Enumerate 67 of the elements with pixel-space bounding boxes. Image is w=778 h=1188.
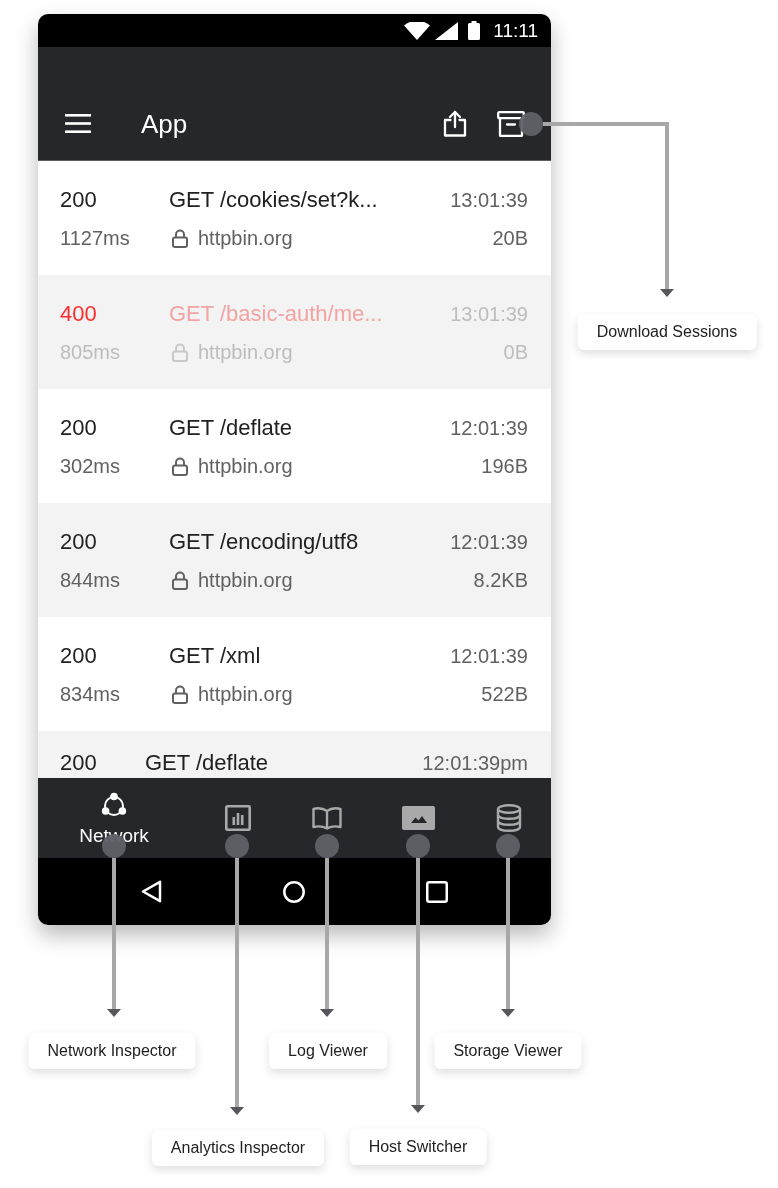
lock-icon [172,456,188,476]
callout-dot-icon [519,112,543,136]
lock-icon [172,570,188,590]
network-nodes-icon [101,792,127,818]
request-time: 12:01:39pm [422,751,528,776]
image-icon [401,806,435,830]
app-title: App [141,107,188,140]
request-path: GET /encoding/utf8 [169,529,359,555]
recents-icon[interactable] [426,880,448,903]
request-row[interactable]: 200 GET /xml 12:01:39 834ms httpbin.org 522B [38,617,551,731]
host-name: httpbin.org [198,682,293,706]
database-icon [496,804,522,832]
callout-label: Network Inspector [28,1033,196,1069]
request-path: GET /cookies/set?k... [169,187,378,213]
status-code: 200 [60,187,97,213]
book-icon [312,806,342,830]
callout-label: Host Switcher [349,1129,487,1165]
request-time: 12:01:39 [450,530,528,555]
status-code: 400 [60,301,97,327]
callout-label: Storage Viewer [434,1033,582,1069]
response-size: 196B [481,454,528,478]
status-code: 200 [60,643,97,669]
request-path: GET /deflate [145,750,269,776]
host-name: httpbin.org [198,568,293,592]
battery-icon [468,21,481,40]
request-time: 12:01:39 [450,416,528,441]
host-name: httpbin.org [198,226,293,250]
lock-icon [172,228,188,248]
callout-dot-icon [496,834,520,858]
menu-icon[interactable] [65,114,91,133]
status-code: 200 [60,529,97,555]
request-duration: 1127ms [60,226,130,250]
request-duration: 844ms [60,568,121,592]
bar-chart-icon [224,805,251,831]
signal-icon [435,21,459,40]
response-size: 20B [492,226,528,250]
request-row[interactable]: 200 GET /deflate 12:01:39pm [38,731,551,778]
request-path: GET /xml [169,643,261,669]
lock-icon [172,342,188,362]
nav-tab[interactable]: Network [75,788,153,850]
callout-dot-icon [315,834,339,858]
status-code: 200 [60,750,97,776]
request-time: 12:01:39 [450,644,528,669]
request-duration: 834ms [60,682,121,706]
share-icon[interactable] [443,110,467,137]
status-code: 200 [60,415,97,441]
request-time: 13:01:39 [450,188,528,213]
request-row[interactable]: 200 GET /encoding/utf8 12:01:39 844ms httpbin.org 8.2KB [38,503,551,617]
host-name: httpbin.org [198,454,293,478]
callout-label: Analytics Inspector [151,1130,325,1166]
wifi-icon [404,21,431,40]
callout-dot-icon [406,834,430,858]
request-path: GET /deflate [169,415,293,441]
request-path: GET /basic-auth/me... [169,301,383,327]
callout-dot-icon [225,834,249,858]
callout-label: Download Sessions [577,314,757,350]
response-size: 522B [481,682,528,706]
callout-label: Log Viewer [269,1033,387,1069]
lock-icon [172,684,188,704]
clock-time: 11:11 [493,19,538,42]
home-icon[interactable] [283,880,305,903]
archive-icon[interactable] [497,110,525,137]
response-size: 8.2KB [473,568,528,592]
request-row[interactable]: 200 GET /deflate 12:01:39 302ms httpbin.org 196B [38,389,551,503]
back-icon[interactable] [141,880,162,903]
request-duration: 302ms [60,454,121,478]
request-row[interactable]: 200 GET /cookies/set?k... 13:01:39 1127ms httpbin.org 20B [38,161,551,275]
